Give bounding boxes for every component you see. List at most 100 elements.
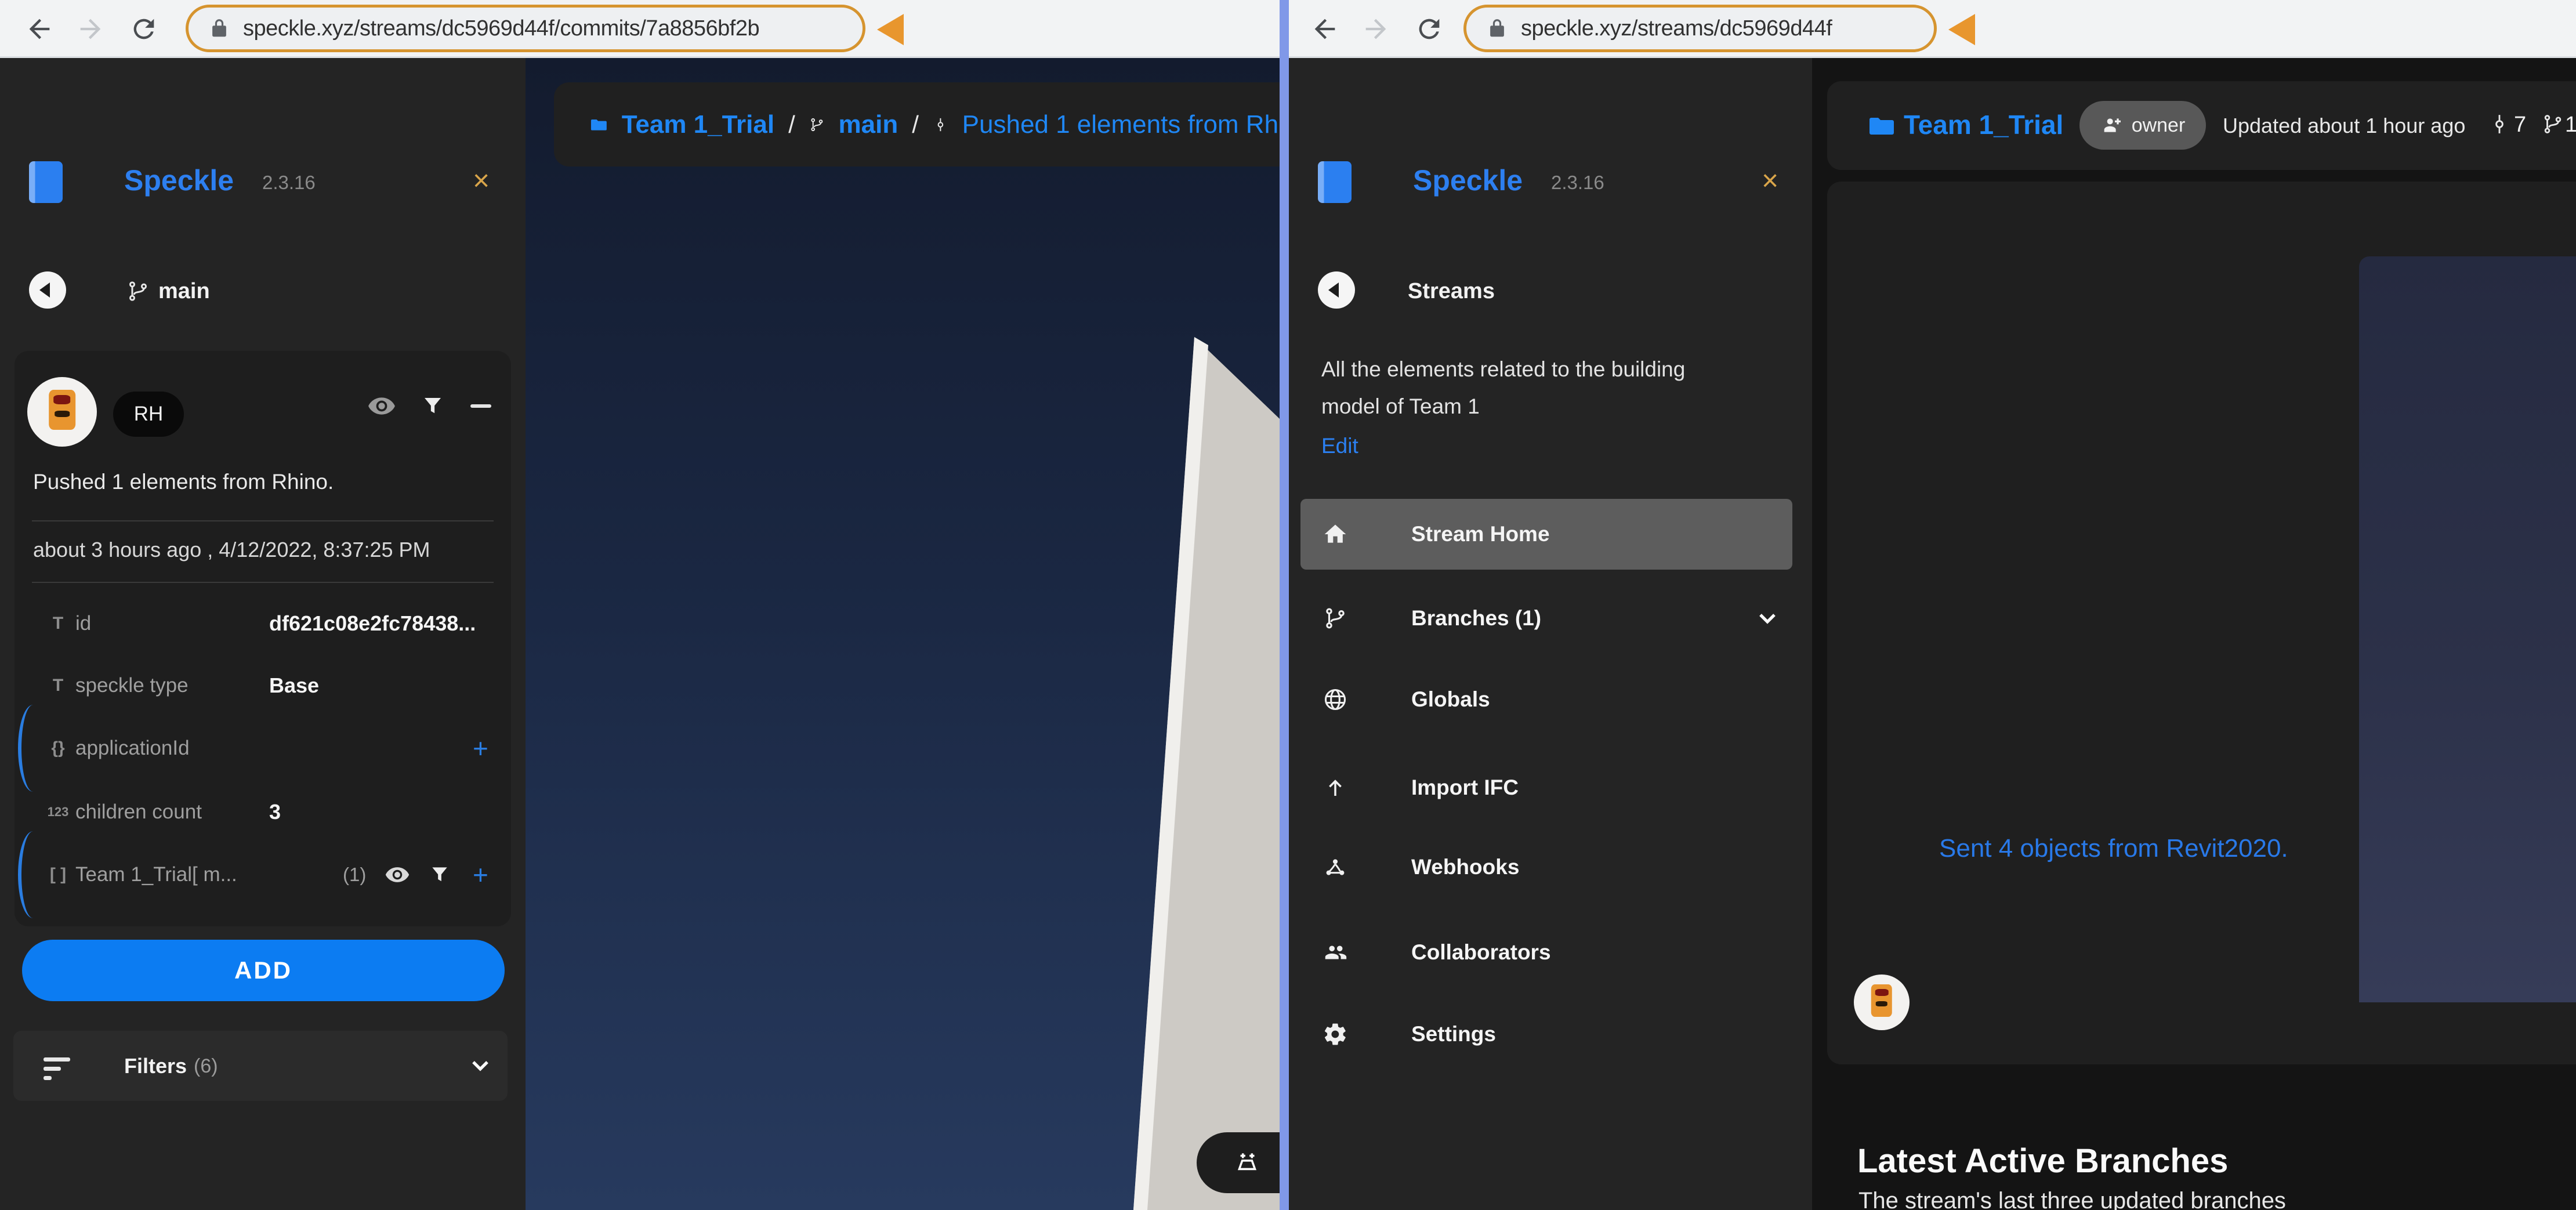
model-spike[interactable] — [2359, 256, 2576, 1002]
speckle-sidebar-right: Speckle 2.3.16 × Streams All the element… — [1289, 58, 1814, 1210]
close-icon[interactable]: × — [1762, 166, 1778, 195]
app-title: Speckle — [124, 164, 234, 197]
highlight-arrow-icon — [1948, 14, 1975, 45]
chevron-left-icon — [1328, 282, 1339, 298]
back-button[interactable] — [23, 13, 56, 45]
latest-commit-link[interactable]: Sent 4 objects from Revit2020. — [1939, 834, 2288, 863]
app-version: 2.3.16 — [1551, 172, 1604, 193]
highlight-arrow-icon — [877, 14, 904, 45]
sidebar-item-webhooks[interactable]: Webhooks — [1300, 832, 1792, 903]
sidebar-item-collaborators[interactable]: Collaborators — [1300, 917, 1792, 988]
address-bar[interactable]: speckle.xyz/streams/dc5969d44f/commits/7… — [186, 5, 865, 52]
lock-icon — [208, 17, 230, 39]
stream-title[interactable]: Team 1_Trial — [1904, 109, 2063, 140]
property-value: df621c08e2fc78438... — [269, 611, 476, 635]
window-divider — [1280, 0, 1289, 1210]
refresh-button[interactable] — [1413, 13, 1445, 45]
browser-window-right: speckle.xyz/streams/dc5969d44f Speckle 2… — [1289, 0, 2576, 1210]
property-value: Base — [269, 673, 320, 697]
address-bar[interactable]: speckle.xyz/streams/dc5969d44f — [1463, 5, 1937, 52]
breadcrumb-commit-link[interactable]: Pushed 1 elements from Rhino. — [962, 110, 1280, 139]
person-plus-icon — [2100, 114, 2124, 137]
commit-icon — [2488, 113, 2510, 135]
updated-text: Updated about 1 hour ago — [2223, 114, 2466, 137]
eye-icon[interactable] — [367, 392, 396, 421]
sidebar-item-stream-home[interactable]: Stream Home — [1300, 499, 1792, 570]
breadcrumb-stream-link[interactable]: Team 1_Trial — [622, 110, 774, 139]
globe-icon — [1321, 664, 1349, 735]
sidebar-item-label: Stream Home — [1411, 522, 1550, 546]
add-property-button[interactable]: + — [473, 843, 488, 907]
folder-icon — [1868, 112, 1896, 140]
filters-panel[interactable]: Filters (6) — [13, 1031, 508, 1101]
avatar[interactable] — [27, 377, 97, 447]
property-row: 123 children count 3 — [15, 780, 511, 844]
commit-card: RH Pushed 1 elements from Rhino. about 3… — [15, 351, 511, 926]
breadcrumb-separator: / — [788, 110, 795, 138]
viewer-3d[interactable] — [2359, 256, 2576, 1002]
add-button[interactable]: ADD — [22, 940, 505, 1001]
browser-toolbar: speckle.xyz/streams/dc5969d44f/commits/7… — [0, 0, 1280, 58]
forward-button[interactable] — [74, 13, 107, 45]
sidebar-item-branches[interactable]: Branches (1) — [1300, 583, 1792, 654]
back-circle-button[interactable] — [29, 271, 66, 309]
sidebar-item-label: Settings — [1411, 1022, 1496, 1046]
property-row: [ ] Team 1_Trial[ m... (1) + — [15, 831, 511, 918]
back-button[interactable] — [1309, 13, 1341, 45]
stream-header-card: Team 1_Trial owner Updated about 1 hour … — [1827, 81, 2576, 170]
sidebar-item-settings[interactable]: Settings — [1300, 999, 1792, 1070]
type-number-icon: 123 — [47, 805, 69, 819]
role-badge: owner — [2079, 101, 2206, 150]
refresh-button[interactable] — [128, 13, 160, 45]
breadcrumb: Team 1_Trial / main / Pushed 1 elements … — [554, 82, 1280, 166]
branch-icon — [2542, 113, 2564, 135]
model-wall-panel[interactable] — [1133, 337, 1280, 1210]
chevron-down-icon[interactable] — [466, 1052, 494, 1079]
minus-icon[interactable] — [470, 404, 491, 408]
people-icon — [1321, 917, 1349, 988]
property-row: {} applicationId + — [15, 705, 511, 792]
folder-icon — [590, 111, 608, 138]
section-title: Latest Active Branches — [1857, 1142, 2229, 1180]
back-circle-button[interactable] — [1318, 271, 1355, 309]
filter-funnel-icon[interactable] — [421, 394, 445, 418]
section-box-icon[interactable] — [1233, 1149, 1262, 1178]
breadcrumb-separator: / — [912, 110, 919, 138]
filters-label: Filters — [124, 1054, 187, 1078]
branch-icon — [809, 113, 825, 136]
speckle-sidebar-left: Speckle 2.3.16 × main RH Pushed 1 elemen… — [0, 58, 526, 1210]
filters-count: (6) — [194, 1055, 218, 1077]
branch-icon — [126, 280, 150, 303]
webhook-icon — [1321, 832, 1349, 903]
nav-title: Streams — [1408, 279, 1495, 303]
speckle-logo-icon — [29, 161, 63, 203]
property-key: speckle type — [75, 674, 189, 697]
branch-count: 1 — [2565, 113, 2576, 137]
property-key: applicationId — [75, 737, 190, 759]
edit-link[interactable]: Edit — [1321, 434, 1358, 458]
add-property-button[interactable]: + — [473, 716, 488, 780]
forward-button[interactable] — [1360, 13, 1392, 45]
gear-icon — [1321, 999, 1349, 1070]
role-label: owner — [2131, 114, 2186, 136]
breadcrumb-branch-link[interactable]: main — [839, 110, 898, 139]
sidebar-item-label: Globals — [1411, 687, 1490, 711]
chevron-left-icon — [39, 282, 50, 298]
app-title: Speckle — [1413, 164, 1523, 197]
sidebar-item-globals[interactable]: Globals — [1300, 664, 1792, 735]
eye-icon[interactable] — [385, 862, 410, 887]
upload-arrow-icon — [1321, 752, 1349, 823]
filter-funnel-icon[interactable] — [429, 864, 451, 886]
chevron-down-icon[interactable] — [1753, 604, 1781, 632]
type-text-icon: T — [52, 614, 64, 633]
property-key: id — [75, 612, 92, 635]
type-text-icon: T — [52, 676, 64, 695]
viewer-3d[interactable] — [526, 58, 1280, 1210]
home-icon — [1321, 499, 1349, 570]
sidebar-item-import-ifc[interactable]: Import IFC — [1300, 752, 1792, 823]
url-text: speckle.xyz/streams/dc5969d44f — [1521, 16, 1832, 41]
current-branch-label[interactable]: main — [158, 279, 210, 304]
commit-message: Pushed 1 elements from Rhino. — [33, 470, 334, 494]
close-icon[interactable]: × — [473, 166, 490, 195]
property-value: 3 — [269, 800, 281, 824]
